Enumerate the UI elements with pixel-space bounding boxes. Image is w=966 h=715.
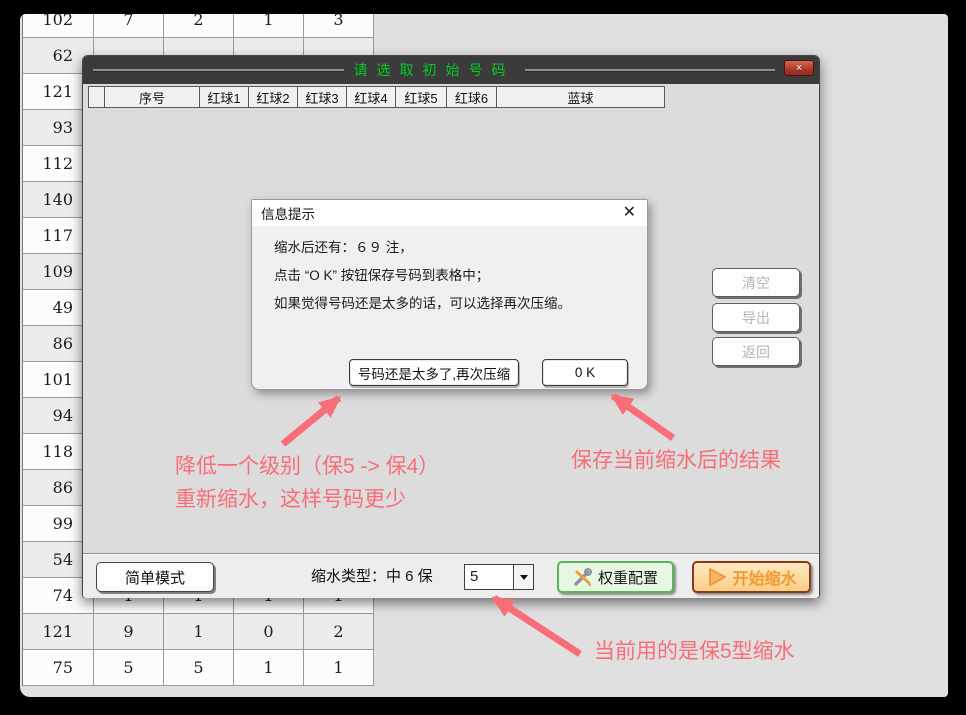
table-cell: 5 [94, 650, 164, 686]
header-cell: 红球2 [248, 86, 298, 108]
table-cell: 1 [234, 14, 304, 38]
guarantee-level-value: 5 [465, 565, 513, 589]
table-cell: 1 [164, 614, 234, 650]
dialog-line-3: 如果觉得号码还是太多的话，可以选择再次压缩。 [274, 290, 571, 318]
dialog-line-2: 点击 “O K” 按钮保存号码到表格中； [274, 262, 571, 290]
table-row: 1219102 [22, 614, 374, 650]
close-icon: × [796, 63, 802, 74]
table-cell: 121 [22, 614, 94, 650]
table-cell: 1 [234, 650, 304, 686]
window-close-button[interactable]: × [784, 60, 814, 76]
header-cell: 红球3 [297, 86, 347, 108]
table-cell: 3 [304, 14, 374, 38]
guarantee-level-select[interactable]: 5 [464, 564, 534, 590]
combo-dropdown-button[interactable] [513, 565, 533, 589]
header-cell: 蓝球 [496, 86, 665, 108]
titlebar-groove-right [525, 69, 776, 71]
ok-button[interactable]: 0 K [542, 359, 628, 386]
header-cell: 序号 [104, 86, 200, 108]
dialog-titlebar: 信息提示 [252, 200, 647, 226]
shrink-type-label: 缩水类型：中 6 保 [311, 562, 433, 592]
result-table-header: 序号红球1红球2红球3红球4红球5红球6蓝球 [88, 86, 665, 108]
window-title: 请选取初始号码 [354, 60, 515, 80]
header-cell: 红球5 [395, 86, 447, 108]
table-cell: 5 [164, 650, 234, 686]
table-cell: 2 [304, 614, 374, 650]
play-icon [706, 566, 728, 588]
table-cell: 102 [22, 14, 94, 38]
screenshot: 1027213621219311214011710949861019411886… [0, 0, 966, 715]
start-shrink-label: 开始缩水 [732, 565, 796, 589]
header-cell: 红球4 [346, 86, 396, 108]
dialog-body: 缩水后还有：６９ 注， 点击 “O K” 按钮保存号码到表格中； 如果觉得号码还… [274, 234, 571, 318]
select-numbers-window: 请选取初始号码 × 序号红球1红球2红球3红球4红球5红球6蓝球 清空 导出 返… [82, 55, 820, 598]
table-row: 1027213 [22, 14, 374, 38]
table-cell: 7 [94, 14, 164, 38]
dialog-close-icon[interactable]: ✕ [623, 204, 636, 222]
table-cell: 0 [234, 614, 304, 650]
message-dialog: 信息提示 ✕ 缩水后还有：６９ 注， 点击 “O K” 按钮保存号码到表格中； … [251, 199, 648, 390]
header-cell [88, 86, 105, 108]
table-cell: 9 [94, 614, 164, 650]
titlebar-groove-left [93, 69, 344, 71]
table-row: 755511 [22, 650, 374, 686]
table-cell: 2 [164, 14, 234, 38]
clear-button[interactable]: 清空 [712, 268, 800, 297]
weight-config-label: 权重配置 [598, 567, 658, 588]
chevron-down-icon [520, 575, 528, 580]
start-shrink-button[interactable]: 开始缩水 [692, 561, 811, 593]
table-cell: 1 [304, 650, 374, 686]
weight-config-button[interactable]: 权重配置 [557, 561, 674, 593]
compress-again-button[interactable]: 号码还是太多了,再次压缩 [349, 359, 519, 386]
dialog-line-1: 缩水后还有：６９ 注， [274, 234, 571, 262]
export-button[interactable]: 导出 [712, 303, 800, 332]
table-cell: 75 [22, 650, 94, 686]
bottom-toolbar: 简单模式 缩水类型：中 6 保 5 权重配置 [83, 553, 819, 598]
header-cell: 红球1 [199, 86, 249, 108]
dialog-title: 信息提示 [261, 203, 315, 223]
tools-icon [573, 567, 593, 587]
simple-mode-button[interactable]: 简单模式 [96, 562, 214, 592]
window-titlebar: 请选取初始号码 [83, 56, 819, 84]
header-cell: 红球6 [446, 86, 497, 108]
return-button[interactable]: 返回 [712, 337, 800, 366]
